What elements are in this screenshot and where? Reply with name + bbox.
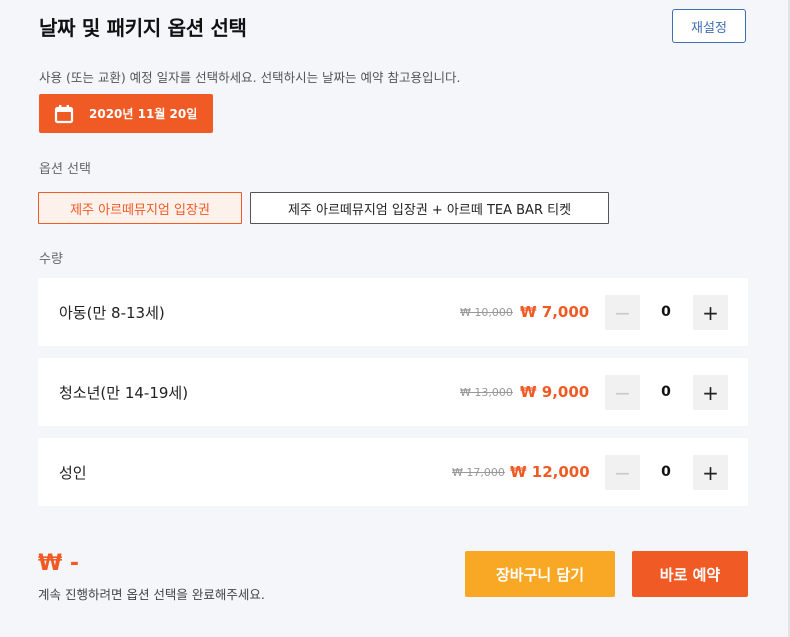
quantity-label: 수량 <box>39 252 63 267</box>
ticket-name: 청소년(만 14-19세) <box>59 383 189 402</box>
total-price: ₩ - <box>38 551 80 576</box>
date-description: 사용 (또는 교환) 예정 일자를 선택하세요. 선택하시는 날짜는 예약 참고… <box>39 70 461 85</box>
calendar-icon <box>54 104 74 123</box>
original-price: ₩ 10,000 <box>460 305 513 319</box>
increase-button[interactable]: + <box>693 455 728 490</box>
options-label: 옵션 선택 <box>39 162 91 177</box>
sale-price: ₩ 12,000 <box>510 463 590 481</box>
quantity-row-adult: 성인 ₩ 17,000 ₩ 12,000 − 0 + <box>38 438 748 506</box>
decrease-button[interactable]: − <box>605 295 640 330</box>
quantity-value: 0 <box>661 304 671 320</box>
option-ticket-teabar[interactable]: 제주 아르떼뮤지엄 입장권 + 아르떼 TEA BAR 티켓 <box>250 192 609 224</box>
completion-hint: 계속 진행하려면 옵션 선택을 완료해주세요. <box>38 587 265 602</box>
quantity-value: 0 <box>661 464 671 480</box>
add-to-cart-button[interactable]: 장바구니 담기 <box>465 551 615 597</box>
page-title: 날짜 및 패키지 옵션 선택 <box>39 16 247 40</box>
ticket-name: 아동(만 8-13세) <box>59 303 165 322</box>
increase-button[interactable]: + <box>693 375 728 410</box>
ticket-name: 성인 <box>59 463 87 482</box>
original-price: ₩ 13,000 <box>460 385 513 399</box>
decrease-button[interactable]: − <box>605 455 640 490</box>
original-price: ₩ 17,000 <box>452 465 505 479</box>
quantity-row-child: 아동(만 8-13세) ₩ 10,000 ₩ 7,000 − 0 + <box>38 278 748 346</box>
option-basic-ticket[interactable]: 제주 아르떼뮤지엄 입장권 <box>38 192 242 224</box>
book-now-button[interactable]: 바로 예약 <box>632 551 748 597</box>
increase-button[interactable]: + <box>693 295 728 330</box>
date-picker-button[interactable]: 2020년 11월 20일 <box>39 94 213 133</box>
option-panel: 날짜 및 패키지 옵션 선택 재설정 사용 (또는 교환) 예정 일자를 선택하… <box>0 0 790 637</box>
sale-price: ₩ 9,000 <box>520 383 590 401</box>
sale-price: ₩ 7,000 <box>520 303 590 321</box>
reset-button[interactable]: 재설정 <box>672 9 746 43</box>
quantity-row-youth: 청소년(만 14-19세) ₩ 13,000 ₩ 9,000 − 0 + <box>38 358 748 426</box>
selected-date: 2020년 11월 20일 <box>89 107 198 121</box>
quantity-value: 0 <box>661 384 671 400</box>
decrease-button[interactable]: − <box>605 375 640 410</box>
